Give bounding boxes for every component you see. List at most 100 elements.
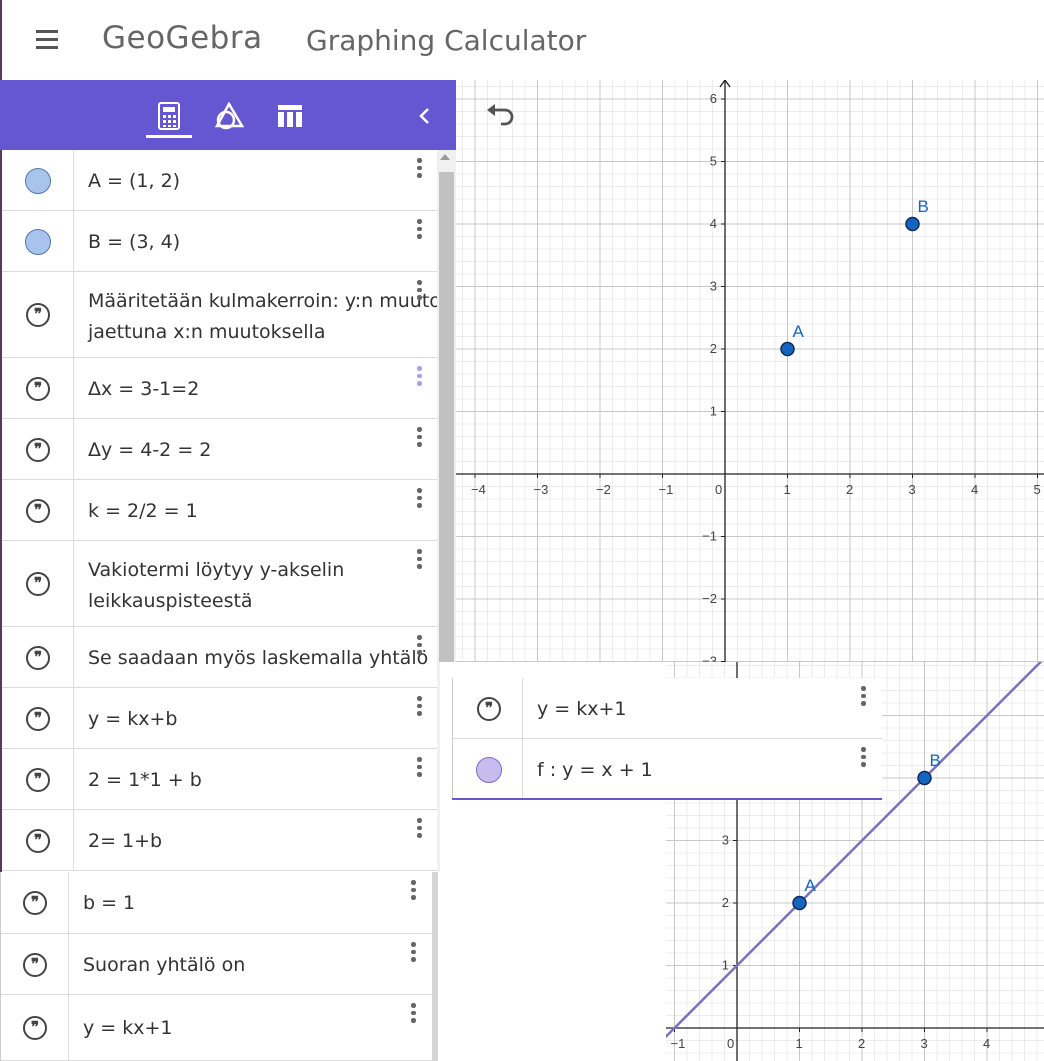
more-options-icon[interactable] <box>417 366 423 388</box>
row-marker: ❞ <box>2 419 74 479</box>
text-quote-icon: ❞ <box>23 952 47 977</box>
function-visibility-icon[interactable] <box>476 756 502 783</box>
algebra-row[interactable]: ❞ k = 2/2 = 1 <box>2 480 439 541</box>
row-text: y = kx+1 <box>537 697 627 720</box>
row-text: A = (1, 2) <box>88 169 181 192</box>
row-text: Suoran yhtälö on <box>83 953 246 976</box>
collapse-chevron-icon[interactable] <box>418 107 432 125</box>
more-options-icon[interactable] <box>861 747 867 769</box>
lower-scrollbar[interactable] <box>432 872 438 1061</box>
row-text-line1: Vakiotermi löytyy y-akselin <box>88 559 345 581</box>
point-label-A: A <box>793 322 805 341</box>
row-marker: ❞ <box>2 480 74 540</box>
text-quote-icon: ❞ <box>26 437 50 462</box>
scroll-up-arrow-icon[interactable] <box>440 154 450 160</box>
more-options-icon[interactable] <box>411 880 417 902</box>
menu-icon[interactable] <box>36 30 60 50</box>
row-marker: ❞ <box>2 627 74 687</box>
app-title: Graphing Calculator <box>306 24 587 57</box>
graphics-view[interactable]: −4 −3 −2 −1 0 1 2 3 4 5 6 5 4 3 2 1 −1 −2 −3 A B <box>456 80 1044 662</box>
y-tick-label: 2 <box>722 895 729 910</box>
row-marker: ❞ <box>2 272 74 357</box>
row-marker: ❞ <box>453 678 523 738</box>
geogebra-logo: GeoGebra <box>102 20 263 56</box>
point-label-A: A <box>805 876 817 895</box>
x-tick-label: 5 <box>1034 482 1041 497</box>
algebra-row[interactable]: ❞ Δy = 4-2 = 2 <box>2 419 439 480</box>
algebra-row[interactable]: ❞ b = 1 <box>1 872 433 934</box>
row-text: 2 = 1*1 + b <box>88 768 202 791</box>
more-options-icon[interactable] <box>411 942 417 964</box>
y-tick-label: 3 <box>722 833 729 848</box>
text-quote-icon: ❞ <box>26 303 50 327</box>
point-B <box>917 770 932 786</box>
algebra-row[interactable]: ❞ Vakiotermi löytyy y-akselin leikkauspist… <box>2 541 439 627</box>
more-options-icon[interactable] <box>417 549 423 571</box>
more-options-icon[interactable] <box>861 686 867 708</box>
undo-icon[interactable] <box>485 100 517 128</box>
text-quote-icon: ❞ <box>23 891 47 915</box>
text-quote-icon: ❞ <box>26 828 50 853</box>
algebra-view-header <box>0 80 456 150</box>
algebra-row[interactable]: ❞ Suoran yhtälö on <box>1 934 433 995</box>
row-text: 2= 1+b <box>88 829 163 852</box>
algebra-row[interactable]: ❞ 2= 1+b <box>2 810 439 871</box>
algebra-row[interactable]: ❞ y = kx+1 <box>1 995 433 1061</box>
more-options-icon[interactable] <box>417 280 423 302</box>
text-quote-icon: ❞ <box>26 572 50 596</box>
more-options-icon[interactable] <box>417 427 423 449</box>
point-visibility-icon[interactable] <box>25 167 51 194</box>
point-A <box>792 895 807 911</box>
row-text: Se saadaan myös laskemalla yhtälö <box>88 646 429 669</box>
point-visibility-icon[interactable] <box>25 228 51 255</box>
row-text: y = kx+1 <box>83 1017 173 1039</box>
geometry-shapes-icon[interactable] <box>215 102 245 130</box>
more-options-icon[interactable] <box>417 757 423 779</box>
point-label-B: B <box>918 197 929 216</box>
x-tick-label: 0 <box>727 1036 734 1051</box>
algebra-row[interactable]: ❞ Δx = 3-1=2 <box>2 358 439 419</box>
row-marker: ❞ <box>1 872 69 933</box>
x-tick-label: 3 <box>921 1036 928 1051</box>
algebra-row[interactable]: f : y = x + 1 <box>453 739 883 800</box>
x-tick-label: 2 <box>846 482 853 497</box>
row-text: B = (3, 4) <box>88 230 181 253</box>
more-options-icon[interactable] <box>417 696 423 718</box>
point-A <box>780 341 795 357</box>
text-quote-icon: ❞ <box>26 376 50 401</box>
more-options-icon[interactable] <box>417 818 423 840</box>
more-options-icon[interactable] <box>417 635 423 657</box>
y-tick-label: −2 <box>702 591 717 606</box>
algebra-row[interactable]: ❞ Se saadaan myös laskemalla yhtälö <box>2 627 439 688</box>
algebra-row[interactable]: A = (1, 2) <box>2 150 439 211</box>
more-options-icon[interactable] <box>417 219 423 241</box>
algebra-row[interactable]: B = (3, 4) <box>2 211 439 272</box>
text-quote-icon: ❞ <box>26 645 50 670</box>
scrollbar-thumb[interactable] <box>439 172 454 662</box>
row-marker: ❞ <box>1 934 69 994</box>
x-tick-label: 4 <box>983 1036 990 1051</box>
y-tick-label: 1 <box>710 404 717 419</box>
algebra-row[interactable]: ❞ y = kx+b <box>2 688 439 749</box>
row-text: y = kx+b <box>88 707 178 730</box>
table-icon[interactable] <box>277 104 303 128</box>
row-text: b = 1 <box>83 892 136 914</box>
x-tick-label: 1 <box>784 482 791 497</box>
more-options-icon[interactable] <box>417 158 423 180</box>
top-bar: GeoGebra Graphing Calculator <box>0 0 1044 80</box>
y-tick-label: 5 <box>710 154 717 169</box>
x-tick-label: 1 <box>796 1036 803 1051</box>
more-options-icon[interactable] <box>411 1003 417 1025</box>
algebra-row[interactable]: ❞ Määritetään kulmakerroin: y:n muuto jaet… <box>2 272 441 358</box>
x-tick-label: 2 <box>858 1036 865 1051</box>
row-marker: ❞ <box>2 688 74 748</box>
calculator-icon[interactable] <box>158 102 180 130</box>
algebra-row[interactable]: ❞ y = kx+1 <box>453 678 883 739</box>
more-options-icon[interactable] <box>417 488 423 510</box>
row-marker: ❞ <box>2 810 74 870</box>
x-tick-label: 4 <box>971 482 978 497</box>
row-text: Δx = 3-1=2 <box>88 377 200 400</box>
algebra-row[interactable]: ❞ 2 = 1*1 + b <box>2 749 439 810</box>
row-marker <box>2 211 74 271</box>
active-tab-indicator <box>146 135 192 138</box>
